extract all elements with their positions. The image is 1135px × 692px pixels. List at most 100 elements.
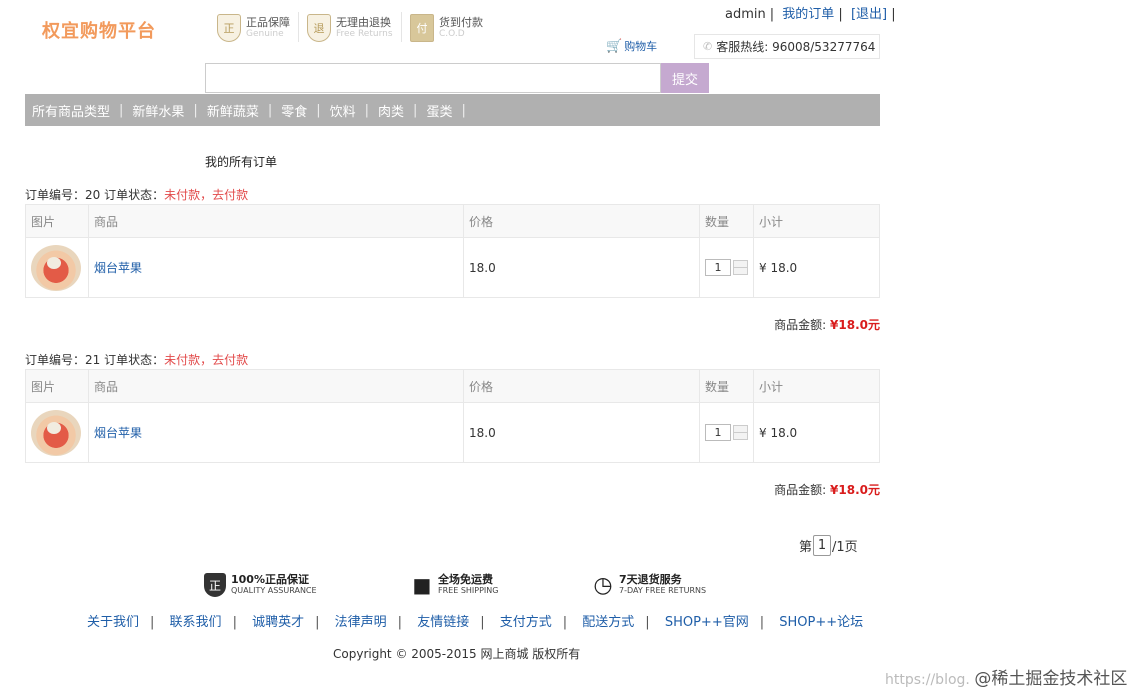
nav-item-vegetables[interactable]: 新鲜蔬菜	[207, 101, 259, 120]
link-sep: |	[891, 7, 896, 22]
my-orders-link[interactable]: 我的订单	[782, 7, 834, 22]
footer-link-about[interactable]: 关于我们	[87, 615, 139, 630]
shield-icon: 正	[217, 14, 241, 42]
product-image[interactable]	[31, 409, 81, 456]
footer-badge-title: 7天退货服务	[619, 573, 682, 586]
badge-cod: 付 货到付款 C.O.D	[410, 12, 483, 44]
logo-text[interactable]: 权宜购物平台	[42, 17, 156, 43]
price-cell: 18.0	[463, 237, 700, 298]
nav-item-fruit[interactable]: 新鲜水果	[132, 101, 184, 120]
nav-item-all[interactable]: 所有商品类型	[32, 101, 110, 120]
total-label: 商品金额:	[774, 318, 827, 332]
cart-link[interactable]: 🛒 购物车	[606, 38, 657, 54]
order-total: 商品金额: ¥18.0元	[774, 316, 880, 333]
page-number[interactable]: 1	[813, 535, 832, 556]
watermark-brand: @稀土掘金技术社区	[974, 669, 1128, 689]
footer-sep: |	[315, 615, 320, 630]
logout-link[interactable]: [退出]	[851, 7, 887, 22]
order-total: 商品金额: ¥18.0元	[774, 481, 880, 498]
table-header-row: 图片 商品 价格 数量 小计	[25, 369, 880, 403]
nav-sep: |	[413, 102, 418, 118]
footer-badge-subtitle: 7-DAY FREE RETURNS	[619, 586, 707, 595]
footer-sep: |	[397, 615, 403, 630]
table-header-row: 图片 商品 价格 数量 小计	[25, 204, 880, 238]
footer-link-friends[interactable]: 友情链接	[417, 615, 469, 630]
product-link[interactable]: 烟台苹果	[94, 261, 142, 275]
nav-sep: |	[267, 102, 273, 118]
order-number: 订单编号：20 订单状态：	[25, 188, 165, 202]
footer-link-legal[interactable]: 法律声明	[335, 615, 387, 630]
submit-button[interactable]: 提交	[661, 63, 709, 93]
badge-subtitle: Free Returns	[336, 29, 393, 39]
shield-icon: 正	[204, 573, 226, 597]
footer-link-careers[interactable]: 诚聘英才	[252, 615, 304, 630]
search-input[interactable]	[205, 63, 661, 93]
quantity-field[interactable]: 1	[705, 259, 731, 276]
nav-item-drinks[interactable]: 饮料	[330, 101, 356, 120]
pay-link[interactable]: 未付款，去付款	[164, 353, 248, 367]
footer-link-forum[interactable]: SHOP++论坛	[779, 615, 863, 630]
divider	[298, 12, 299, 42]
clock-icon: ◷	[593, 572, 613, 598]
nav-item-eggs[interactable]: 蛋类	[426, 101, 452, 120]
hotline-text: 客服热线: 96008/53277764	[716, 40, 876, 54]
quantity-field[interactable]: 1	[705, 424, 731, 441]
footer-link-payment[interactable]: 支付方式	[500, 615, 552, 630]
col-product: 商品	[88, 204, 464, 238]
footer-badge-title: 100%正品保证	[231, 573, 309, 586]
footer-link-official[interactable]: SHOP++官网	[665, 615, 749, 630]
subtotal-cell: ¥ 18.0	[753, 402, 880, 463]
product-name-cell: 烟台苹果	[88, 237, 464, 298]
pay-link[interactable]: 未付款，去付款	[164, 188, 248, 202]
qty-cell: 1	[699, 402, 754, 463]
footer-badge-returns: ◷ 7天退货服务 7-DAY FREE RETURNS	[592, 572, 707, 598]
product-link[interactable]: 烟台苹果	[94, 426, 142, 440]
nav-sep: |	[316, 102, 321, 118]
pagination: 第 1 /1页	[799, 535, 858, 556]
footer-sep: |	[562, 615, 568, 630]
badge-returns: 退 无理由退换 Free Returns	[307, 12, 393, 44]
qty-cell: 1	[699, 237, 754, 298]
order-table: 图片 商品 价格 数量 小计 烟台苹果 18.0 1 ¥ 18.0	[25, 204, 880, 298]
table-row: 烟台苹果 18.0 1 ¥ 18.0	[25, 402, 880, 463]
quantity-stepper[interactable]	[733, 425, 748, 440]
footer-links: 关于我们 | 联系我们 | 诚聘英才 | 法律声明 | 友情链接 | 支付方式 | 配送方式…	[87, 611, 863, 630]
footer-link-delivery[interactable]: 配送方式	[582, 615, 634, 630]
price-cell: 18.0	[463, 402, 700, 463]
nav-item-meat[interactable]: 肉类	[378, 101, 404, 120]
footer-sep: |	[645, 615, 650, 630]
nav-sep: |	[119, 102, 124, 118]
product-name-cell: 烟台苹果	[88, 402, 464, 463]
subtotal-cell: ¥ 18.0	[753, 237, 880, 298]
page-title: 我的所有订单	[205, 155, 278, 169]
col-product: 商品	[88, 369, 464, 403]
footer-sep: |	[759, 615, 765, 630]
order-table: 图片 商品 价格 数量 小计 烟台苹果 18.0 1 ¥ 18.0	[25, 369, 880, 463]
footer-sep: |	[232, 615, 237, 630]
quantity-stepper[interactable]	[733, 260, 748, 275]
pager-suffix: /1页	[832, 540, 858, 555]
total-value: ¥18.0元	[830, 318, 880, 332]
nav-sep: |	[461, 102, 466, 118]
badge-title: 正品保障	[246, 16, 290, 29]
table-row: 烟台苹果 18.0 1 ¥ 18.0	[25, 237, 880, 298]
phone-icon: ✆	[703, 40, 713, 53]
cart-icon: 🛒	[606, 38, 623, 54]
footer-sep: |	[150, 615, 155, 630]
cart-label: 购物车	[624, 40, 658, 53]
product-image[interactable]	[31, 244, 81, 291]
hotline: ✆ 客服热线: 96008/53277764	[694, 34, 880, 59]
col-price: 价格	[463, 204, 700, 238]
order-number: 订单编号：21 订单状态：	[25, 353, 165, 367]
badge-subtitle: Genuine	[246, 29, 284, 39]
order-header: 订单编号：21 订单状态：未付款，去付款	[25, 351, 248, 368]
watermark: https://blog. @稀土掘金技术社区	[885, 664, 1127, 689]
col-subtotal: 小计	[753, 204, 880, 238]
footer-badge-title: 全场免运费	[438, 573, 493, 586]
nav-item-snacks[interactable]: 零食	[281, 101, 307, 120]
order-header: 订单编号：20 订单状态：未付款，去付款	[25, 186, 248, 203]
category-nav: 所有商品类型 | 新鲜水果 | 新鲜蔬菜 | 零食 | 饮料 | 肉类 | 蛋类 |	[25, 94, 880, 126]
footer-link-contact[interactable]: 联系我们	[170, 615, 222, 630]
box-icon: ■	[412, 573, 432, 597]
footer-badge-shipping: ■ 全场免运费 FREE SHIPPING	[411, 573, 499, 597]
